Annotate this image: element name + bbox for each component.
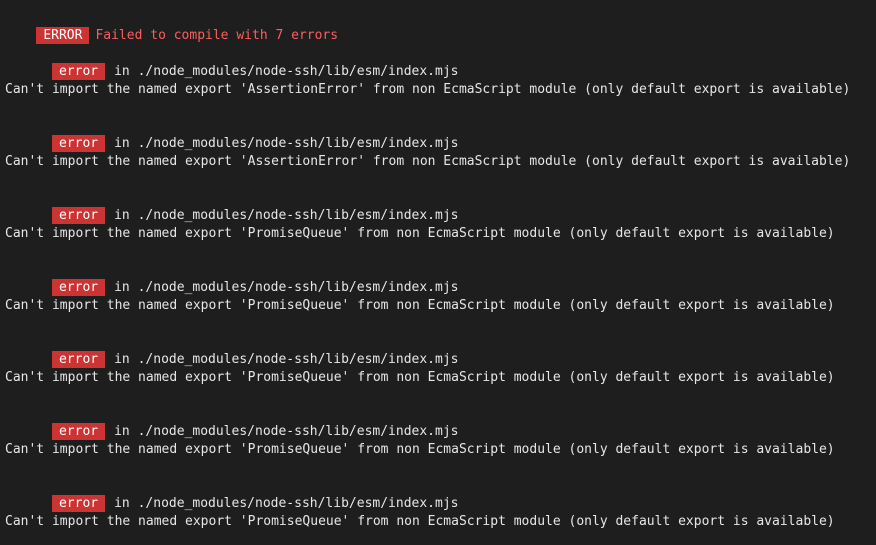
error-entry: error in ./node_modules/node-ssh/lib/esm/… <box>0 333 876 387</box>
error-badge: error <box>51 63 106 80</box>
error-message: Can't import the named export 'PromiseQu… <box>5 226 835 241</box>
error-message: Can't import the named export 'PromiseQu… <box>5 370 835 385</box>
error-location: in ./node_modules/node-ssh/lib/esm/index… <box>114 424 459 439</box>
error-badge: ERROR <box>36 27 90 44</box>
compile-summary-text: Failed to compile with 7 errors <box>95 28 339 43</box>
error-badge: error <box>51 279 106 296</box>
error-message: Can't import the named export 'PromiseQu… <box>5 514 835 529</box>
error-message: Can't import the named export 'PromiseQu… <box>5 442 835 457</box>
error-location-line: error in ./node_modules/node-ssh/lib/esm/… <box>5 477 876 512</box>
error-badge: error <box>51 423 106 440</box>
error-badge: error <box>51 495 106 512</box>
error-badge: error <box>51 351 106 368</box>
error-location: in ./node_modules/node-ssh/lib/esm/index… <box>114 64 459 79</box>
error-badge: error <box>51 135 106 152</box>
error-location-line: error in ./node_modules/node-ssh/lib/esm/… <box>5 189 876 224</box>
error-location: in ./node_modules/node-ssh/lib/esm/index… <box>114 496 459 511</box>
error-location-line: error in ./node_modules/node-ssh/lib/esm/… <box>5 261 876 296</box>
error-location: in ./node_modules/node-ssh/lib/esm/index… <box>114 136 459 151</box>
error-location-line: error in ./node_modules/node-ssh/lib/esm/… <box>5 45 876 80</box>
error-location: in ./node_modules/node-ssh/lib/esm/index… <box>114 352 459 367</box>
error-entry: error in ./node_modules/node-ssh/lib/esm/… <box>0 189 876 243</box>
terminal-output: ERROR Failed to compile with 7 errors err… <box>0 0 876 545</box>
error-message: Can't import the named export 'PromiseQu… <box>5 298 835 313</box>
error-location-line: error in ./node_modules/node-ssh/lib/esm/… <box>5 117 876 152</box>
error-location-line: error in ./node_modules/node-ssh/lib/esm/… <box>5 333 876 368</box>
error-message: Can't import the named export 'Assertion… <box>5 154 851 169</box>
error-entry: error in ./node_modules/node-ssh/lib/esm/… <box>0 405 876 459</box>
error-location: in ./node_modules/node-ssh/lib/esm/index… <box>114 208 459 223</box>
compile-summary: ERROR Failed to compile with 7 errors <box>5 9 876 44</box>
error-entry: error in ./node_modules/node-ssh/lib/esm/… <box>0 477 876 531</box>
error-location-line: error in ./node_modules/node-ssh/lib/esm/… <box>5 405 876 440</box>
error-badge: error <box>51 207 106 224</box>
error-message: Can't import the named export 'Assertion… <box>5 82 851 97</box>
error-entry: error in ./node_modules/node-ssh/lib/esm/… <box>0 45 876 99</box>
error-entry: error in ./node_modules/node-ssh/lib/esm/… <box>0 117 876 171</box>
error-entry: error in ./node_modules/node-ssh/lib/esm/… <box>0 261 876 315</box>
error-location: in ./node_modules/node-ssh/lib/esm/index… <box>114 280 459 295</box>
